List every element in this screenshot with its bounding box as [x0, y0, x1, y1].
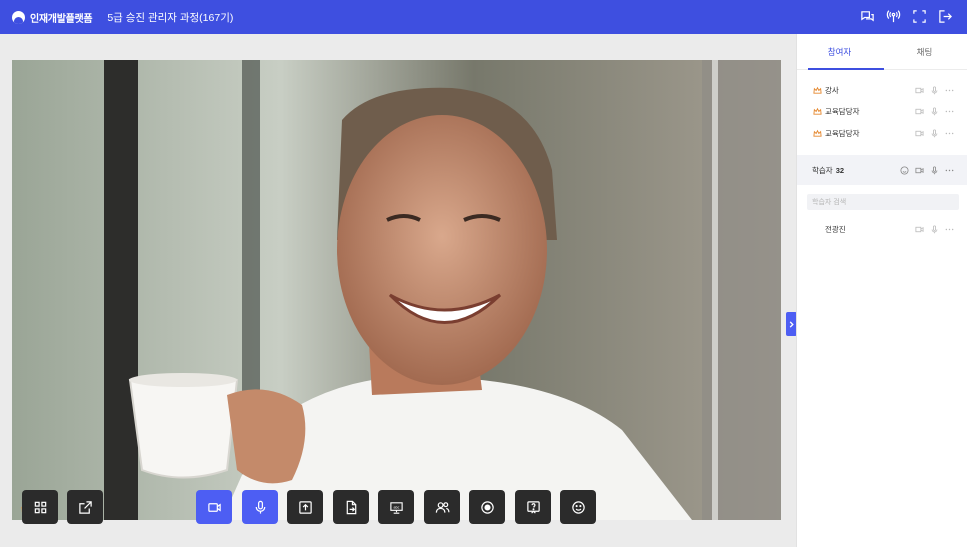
- speaker-video-feed: [12, 60, 781, 520]
- video-stage: ♛강사 abc: [0, 34, 797, 547]
- participant-name: 전광진: [825, 224, 846, 234]
- logo-text: 인재개발플랫폼: [30, 13, 93, 25]
- crown-icon: [813, 86, 822, 95]
- participant-name: 교육담당자: [825, 106, 860, 116]
- participants-icon: [435, 501, 449, 513]
- sidebar-tabs: 참여자 채팅: [797, 34, 967, 70]
- microphone-icon[interactable]: [930, 85, 939, 95]
- learners-label: 학습자 32: [812, 165, 845, 175]
- chevron-right-icon: [789, 320, 794, 328]
- share-screen-button[interactable]: [287, 490, 323, 524]
- more-icon[interactable]: [945, 107, 954, 116]
- top-bar: 인재개발플랫폼 5급 승진 관리자 과정(167기): [0, 0, 967, 34]
- reaction-button[interactable]: [560, 490, 596, 524]
- whiteboard-button[interactable]: abc: [378, 490, 414, 524]
- microphone-toggle-button[interactable]: [242, 490, 278, 524]
- participant-name: 교육담당자: [825, 128, 860, 138]
- logo: 인재개발플랫폼: [12, 10, 93, 25]
- learner-search-input[interactable]: [807, 194, 959, 210]
- microphone-icon[interactable]: [930, 224, 939, 234]
- learner-count: 32: [835, 165, 845, 175]
- learner-row[interactable]: 전광진: [797, 219, 967, 239]
- camera-icon: [207, 502, 221, 512]
- main-video: ♛강사: [12, 60, 781, 520]
- camera-icon[interactable]: [915, 86, 924, 95]
- active-tab-indicator: [808, 68, 884, 70]
- camera-icon[interactable]: [915, 225, 924, 234]
- more-icon[interactable]: [945, 166, 954, 175]
- broadcast-icon[interactable]: [886, 9, 901, 24]
- question-icon: [526, 500, 540, 514]
- microphone-icon[interactable]: [930, 128, 939, 138]
- camera-icon[interactable]: [915, 107, 924, 116]
- camera-icon[interactable]: [915, 129, 924, 138]
- file-share-button[interactable]: [333, 490, 369, 524]
- chat-icon[interactable]: [860, 9, 875, 24]
- learners-section-header: 학습자 32: [797, 155, 967, 185]
- smile-icon[interactable]: [900, 165, 909, 175]
- participants-sidebar: 참여자 채팅 강사 교육담당자 교육담당자 학습자 32 학습자 검색 전광진: [796, 34, 967, 547]
- microphone-icon[interactable]: [930, 106, 939, 116]
- crown-icon: [813, 129, 822, 138]
- file-share-icon: [346, 500, 356, 514]
- page-title: 5급 승진 관리자 과정(167기): [107, 11, 234, 24]
- tab-chat[interactable]: 채팅: [882, 34, 967, 69]
- host-row[interactable]: 교육담당자: [797, 123, 967, 143]
- reaction-icon: [571, 500, 585, 514]
- participants-button[interactable]: [424, 490, 460, 524]
- record-button[interactable]: [469, 490, 505, 524]
- more-icon[interactable]: [945, 86, 954, 95]
- host-row[interactable]: 교육담당자: [797, 101, 967, 121]
- logo-mark-icon: [12, 10, 25, 24]
- crown-icon: [813, 107, 822, 116]
- camera-icon[interactable]: [915, 166, 924, 175]
- participant-name: 강사: [825, 85, 839, 95]
- camera-toggle-button[interactable]: [196, 490, 232, 524]
- more-icon[interactable]: [945, 225, 954, 234]
- tab-participants[interactable]: 참여자: [797, 34, 882, 69]
- record-icon: [480, 500, 494, 514]
- more-icon[interactable]: [945, 129, 954, 138]
- logout-icon[interactable]: [938, 9, 953, 24]
- whiteboard-glyph: abc: [393, 505, 399, 509]
- fullscreen-icon[interactable]: [912, 9, 927, 24]
- popout-icon: [78, 500, 92, 514]
- microphone-icon[interactable]: [930, 165, 939, 175]
- question-button[interactable]: [515, 490, 551, 524]
- microphone-icon: [255, 500, 265, 514]
- host-row[interactable]: 강사: [797, 80, 967, 100]
- popout-button[interactable]: [67, 490, 103, 524]
- share-screen-icon: [298, 500, 312, 514]
- layout-grid-icon: [34, 501, 46, 513]
- layout-grid-button[interactable]: [22, 490, 58, 524]
- whiteboard-icon: abc: [389, 501, 403, 514]
